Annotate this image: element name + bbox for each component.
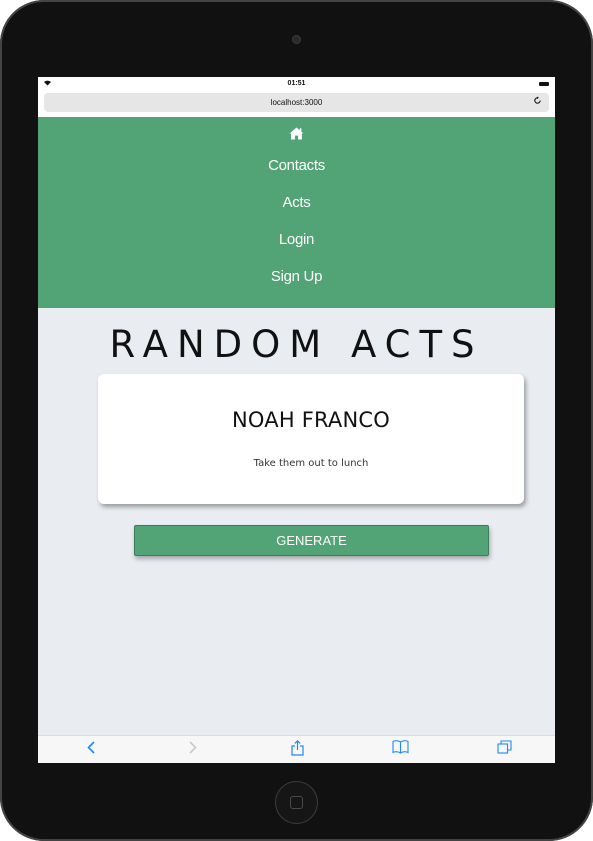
chevron-right-icon xyxy=(189,741,197,754)
battery-icon xyxy=(539,82,549,86)
home-icon[interactable] xyxy=(38,125,555,147)
address-bar-container: localhost:3000 xyxy=(38,91,555,117)
share-button[interactable] xyxy=(287,739,307,760)
back-button[interactable] xyxy=(81,740,101,760)
browser-toolbar xyxy=(38,735,555,763)
book-icon xyxy=(391,740,409,754)
act-card: NOAH FRANCO Take them out to lunch xyxy=(98,374,524,504)
home-square-icon xyxy=(290,796,303,809)
status-time: 01:51 xyxy=(287,80,306,87)
bookmarks-button[interactable] xyxy=(390,740,410,760)
url-text: localhost:3000 xyxy=(270,98,323,107)
chevron-left-icon xyxy=(87,741,95,754)
contact-name: NOAH FRANCO xyxy=(232,408,390,432)
tabs-button[interactable] xyxy=(494,740,514,760)
generate-button[interactable]: GENERATE xyxy=(134,525,489,556)
navbar: Contacts Acts Login Sign Up xyxy=(38,117,555,308)
nav-link-contacts[interactable]: Contacts xyxy=(38,147,555,184)
tabs-icon xyxy=(496,740,512,754)
reload-icon[interactable] xyxy=(533,93,542,112)
act-text: Take them out to lunch xyxy=(253,458,369,469)
home-button[interactable] xyxy=(275,781,318,824)
tablet-frame: 01:51 localhost:3000 Contacts Acts Login… xyxy=(0,0,593,841)
nav-link-sign-up[interactable]: Sign Up xyxy=(38,258,555,295)
camera xyxy=(292,35,301,44)
nav-link-login[interactable]: Login xyxy=(38,221,555,258)
status-bar: 01:51 xyxy=(38,77,555,91)
page-title: RANDOM ACTS xyxy=(109,323,484,366)
nav-link-acts[interactable]: Acts xyxy=(38,184,555,221)
share-icon xyxy=(290,739,304,756)
address-bar[interactable]: localhost:3000 xyxy=(44,93,549,112)
screen: 01:51 localhost:3000 Contacts Acts Login… xyxy=(38,77,555,763)
forward-button[interactable] xyxy=(183,740,203,760)
